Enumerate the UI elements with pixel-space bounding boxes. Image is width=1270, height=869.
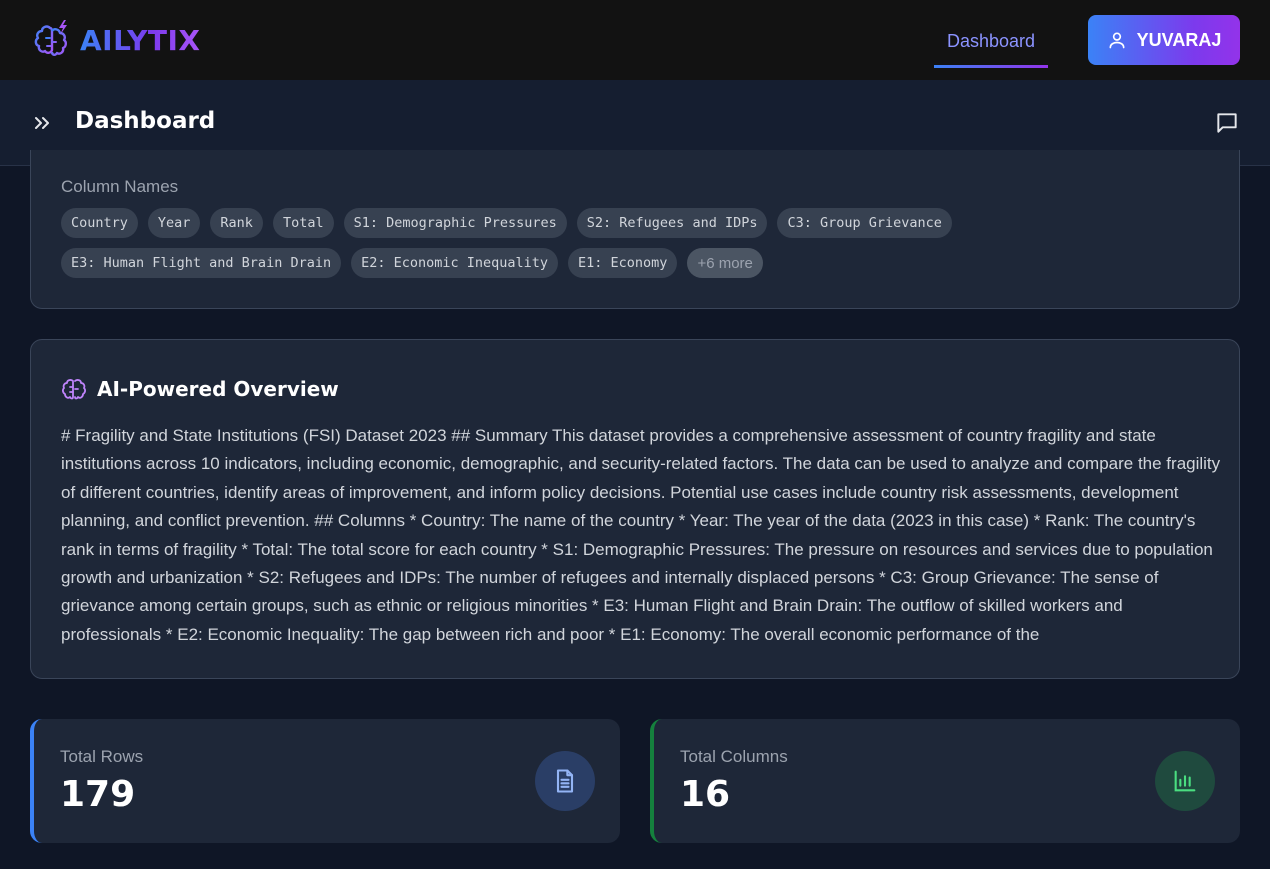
column-chip: E3: Human Flight and Brain Drain <box>61 248 342 278</box>
column-names-card: Column Names Country Year Rank Total S1:… <box>30 150 1240 309</box>
brain-bolt-icon <box>34 20 67 56</box>
column-chip: Year <box>147 208 201 238</box>
nav-dashboard-link[interactable]: Dashboard <box>934 18 1048 68</box>
total-columns-card: Total Columns 16 <box>650 719 1240 843</box>
brand-name: AILYTIX <box>80 23 201 57</box>
total-columns-label: Total Columns <box>680 747 788 766</box>
column-chip-list: Country Year Rank Total S1: Demographic … <box>61 208 1211 278</box>
column-chip: E1: Economy <box>568 248 678 278</box>
double-chevron-right-icon[interactable] <box>30 111 54 135</box>
total-rows-card: Total Rows 179 <box>30 719 620 843</box>
ai-overview-card: AI-Powered Overview # Fragility and Stat… <box>30 339 1240 679</box>
top-navbar: AILYTIX Dashboard YUVARAJ <box>0 0 1270 80</box>
user-menu-button[interactable]: YUVARAJ <box>1088 15 1240 65</box>
ai-overview-title: AI-Powered Overview <box>97 377 339 401</box>
column-chip: C3: Group Grievance <box>777 208 952 238</box>
column-chip: Rank <box>210 208 263 238</box>
total-columns-value: 16 <box>680 774 731 815</box>
column-chip: S1: Demographic Pressures <box>343 208 567 238</box>
document-icon <box>535 751 595 811</box>
column-chip: Country <box>61 208 138 238</box>
chat-icon[interactable] <box>1214 110 1240 136</box>
brain-icon <box>62 379 86 400</box>
ai-overview-text: # Fragility and State Institutions (FSI)… <box>61 426 1221 644</box>
page-title: Dashboard <box>75 108 216 134</box>
user-icon <box>1109 32 1125 49</box>
column-names-label: Column Names <box>61 177 179 196</box>
user-name: YUVARAJ <box>1136 29 1222 50</box>
column-chip: E2: Economic Inequality <box>351 248 559 278</box>
total-rows-value: 179 <box>60 774 136 815</box>
column-chip: S2: Refugees and IDPs <box>576 208 768 238</box>
total-rows-label: Total Rows <box>60 747 144 766</box>
ai-overview-header: AI-Powered Overview <box>61 376 339 402</box>
bar-chart-icon <box>1155 751 1215 811</box>
show-more-columns-button[interactable]: +6 more <box>687 248 763 278</box>
column-chip: Total <box>272 208 334 238</box>
brand-logo[interactable]: AILYTIX <box>30 16 200 64</box>
